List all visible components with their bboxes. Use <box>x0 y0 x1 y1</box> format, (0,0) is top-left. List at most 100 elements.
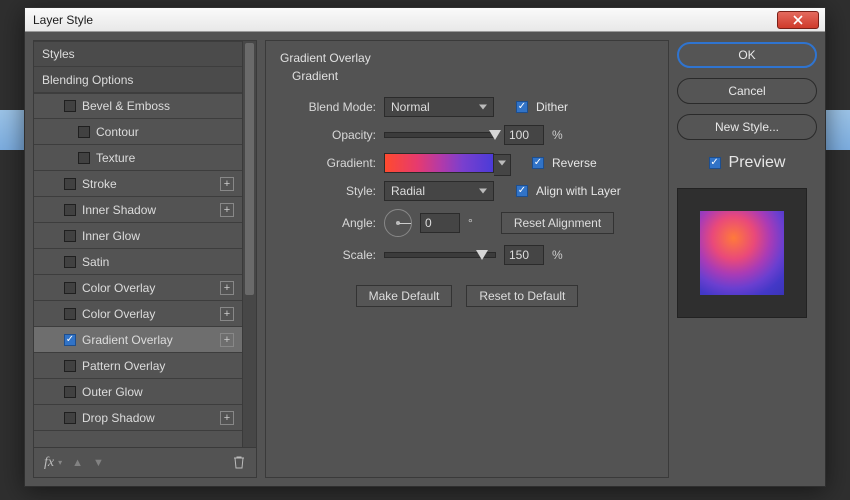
add-effect-icon[interactable]: + <box>220 411 234 425</box>
effect-row[interactable]: Pattern Overlay <box>34 353 242 379</box>
titlebar[interactable]: Layer Style <box>25 8 825 32</box>
effect-checkbox[interactable] <box>78 126 90 138</box>
add-effect-icon[interactable]: + <box>220 281 234 295</box>
effect-label: Gradient Overlay <box>82 333 214 347</box>
angle-input[interactable]: 0 <box>420 213 460 233</box>
scale-label: Scale: <box>280 248 376 262</box>
effect-checkbox[interactable] <box>64 204 76 216</box>
window-title: Layer Style <box>33 13 93 27</box>
scale-input[interactable]: 150 <box>504 245 544 265</box>
effect-row[interactable]: Color Overlay + <box>34 275 242 301</box>
angle-unit: ° <box>468 216 473 230</box>
effect-row[interactable]: Satin <box>34 249 242 275</box>
add-effect-icon[interactable]: + <box>220 333 234 347</box>
style-label: Style: <box>280 184 376 198</box>
opacity-label: Opacity: <box>280 128 376 142</box>
effect-label: Stroke <box>82 177 214 191</box>
delete-effect-button[interactable] <box>232 455 246 470</box>
effect-checkbox[interactable] <box>64 230 76 242</box>
effect-row[interactable]: Drop Shadow + <box>34 405 242 431</box>
effect-label: Pattern Overlay <box>82 359 234 373</box>
effect-checkbox[interactable] <box>64 360 76 372</box>
dither-checkbox[interactable] <box>516 101 528 113</box>
ok-button[interactable]: OK <box>677 42 817 68</box>
add-effect-icon[interactable]: + <box>220 203 234 217</box>
effect-label: Color Overlay <box>82 307 214 321</box>
effect-label: Color Overlay <box>82 281 214 295</box>
add-effect-icon[interactable]: + <box>220 307 234 321</box>
add-effect-icon[interactable]: + <box>220 177 234 191</box>
reverse-label: Reverse <box>552 156 597 170</box>
styles-list: Styles Blending Options Bevel & Emboss Co… <box>34 41 242 447</box>
style-value: Radial <box>391 184 425 198</box>
effect-checkbox[interactable] <box>78 152 90 164</box>
effect-row[interactable]: Stroke + <box>34 171 242 197</box>
scrollbar-thumb[interactable] <box>245 43 254 295</box>
fx-menu[interactable]: fx <box>44 455 54 471</box>
effect-label: Bevel & Emboss <box>82 99 234 113</box>
move-down-button[interactable]: ▼ <box>93 457 104 469</box>
effect-row[interactable]: Gradient Overlay + <box>34 327 242 353</box>
preview-label: Preview <box>729 154 786 172</box>
styles-header[interactable]: Styles <box>34 41 242 67</box>
align-checkbox[interactable] <box>516 185 528 197</box>
styles-panel: Styles Blending Options Bevel & Emboss Co… <box>33 40 257 478</box>
effect-checkbox[interactable] <box>64 412 76 424</box>
effect-row[interactable]: Outer Glow <box>34 379 242 405</box>
make-default-button[interactable]: Make Default <box>356 285 453 307</box>
effect-row[interactable]: Contour <box>34 119 242 145</box>
effect-row[interactable]: Color Overlay + <box>34 301 242 327</box>
gradient-label: Gradient: <box>280 156 376 170</box>
effect-label: Contour <box>96 125 234 139</box>
effect-label: Drop Shadow <box>82 411 214 425</box>
reset-alignment-button[interactable]: Reset Alignment <box>501 212 614 234</box>
blend-mode-select[interactable]: Normal <box>384 97 494 117</box>
effect-checkbox[interactable] <box>64 386 76 398</box>
angle-dial[interactable] <box>384 209 412 237</box>
new-style-button[interactable]: New Style... <box>677 114 817 140</box>
styles-footer: fx ▾ ▲ ▼ <box>34 447 256 477</box>
effect-checkbox[interactable] <box>64 308 76 320</box>
effect-row[interactable]: Bevel & Emboss <box>34 93 242 119</box>
angle-label: Angle: <box>280 216 376 230</box>
preview-checkbox[interactable] <box>709 157 721 169</box>
effect-row[interactable]: Texture <box>34 145 242 171</box>
align-label: Align with Layer <box>536 184 621 198</box>
gradient-preview <box>700 211 784 295</box>
panel-subtitle: Gradient <box>292 69 654 83</box>
effect-checkbox[interactable] <box>64 256 76 268</box>
effect-options-panel: Gradient Overlay Gradient Blend Mode: No… <box>265 40 669 478</box>
effect-label: Outer Glow <box>82 385 234 399</box>
effect-row[interactable]: Inner Shadow + <box>34 197 242 223</box>
effect-checkbox[interactable] <box>64 334 76 346</box>
trash-icon <box>232 455 246 470</box>
effect-label: Inner Glow <box>82 229 234 243</box>
close-button[interactable] <box>777 11 819 29</box>
blend-mode-label: Blend Mode: <box>280 100 376 114</box>
opacity-unit: % <box>552 128 563 142</box>
effect-checkbox[interactable] <box>64 282 76 294</box>
dither-label: Dither <box>536 100 568 114</box>
effect-label: Inner Shadow <box>82 203 214 217</box>
opacity-slider[interactable] <box>384 132 496 138</box>
opacity-input[interactable]: 100 <box>504 125 544 145</box>
chevron-down-icon <box>498 161 506 166</box>
styles-scrollbar[interactable] <box>242 41 256 447</box>
cancel-button[interactable]: Cancel <box>677 78 817 104</box>
reverse-checkbox[interactable] <box>532 157 544 169</box>
layer-style-dialog: Layer Style Styles Blending Options Beve… <box>24 7 826 487</box>
gradient-swatch[interactable] <box>384 153 494 173</box>
move-up-button[interactable]: ▲ <box>72 457 83 469</box>
blending-options[interactable]: Blending Options <box>34 67 242 93</box>
chevron-down-icon: ▾ <box>58 458 62 467</box>
preview-box <box>677 188 807 318</box>
style-select[interactable]: Radial <box>384 181 494 201</box>
scale-slider[interactable] <box>384 252 496 258</box>
effect-row[interactable]: Inner Glow <box>34 223 242 249</box>
scale-unit: % <box>552 248 563 262</box>
effect-checkbox[interactable] <box>64 178 76 190</box>
close-icon <box>793 15 803 25</box>
effect-checkbox[interactable] <box>64 100 76 112</box>
reset-default-button[interactable]: Reset to Default <box>466 285 578 307</box>
panel-title: Gradient Overlay <box>280 51 654 65</box>
